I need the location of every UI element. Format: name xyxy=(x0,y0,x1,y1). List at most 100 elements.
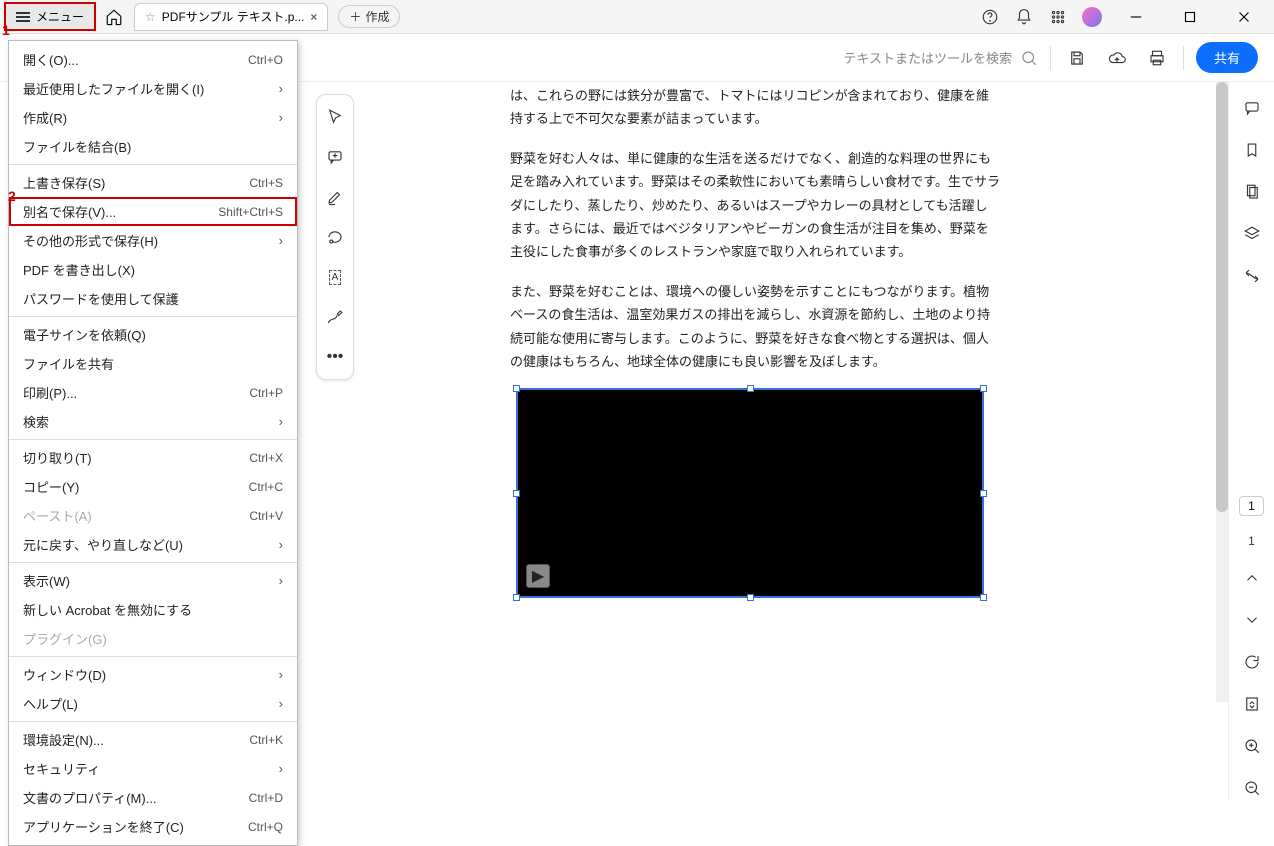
more-tools[interactable]: ••• xyxy=(323,345,347,369)
menu-item[interactable]: ウィンドウ(D)› xyxy=(9,660,297,689)
select-tool[interactable] xyxy=(323,105,347,129)
menu-item[interactable]: 切り取り(T)Ctrl+X xyxy=(9,443,297,472)
vertical-scrollbar[interactable] xyxy=(1216,82,1228,702)
menu-item[interactable]: 文書のプロパティ(M)...Ctrl+D xyxy=(9,783,297,812)
zoom-in-icon[interactable] xyxy=(1240,734,1264,758)
menu-item-label: 上書き保存(S) xyxy=(23,173,105,192)
menu-item-label: 印刷(P)... xyxy=(23,383,77,402)
submenu-arrow-icon: › xyxy=(279,667,283,682)
resize-handle[interactable] xyxy=(513,594,520,601)
resize-handle[interactable] xyxy=(747,594,754,601)
lasso-tool[interactable] xyxy=(323,225,347,249)
menu-item[interactable]: 最近使用したファイルを開く(I)› xyxy=(9,74,297,103)
window-maximize-button[interactable] xyxy=(1170,0,1210,34)
document-tab[interactable]: ☆ PDFサンプル テキスト.p... × xyxy=(134,3,328,31)
print-icon[interactable] xyxy=(1143,44,1171,72)
menu-item[interactable]: 元に戻す、やり直しなど(U)› xyxy=(9,530,297,559)
right-rail: 1 1 xyxy=(1228,82,1274,800)
menu-item[interactable]: 開く(O)...Ctrl+O xyxy=(9,45,297,74)
new-tab-button[interactable]: ＋ 作成 xyxy=(338,5,400,28)
menu-item[interactable]: ファイルを結合(B) xyxy=(9,132,297,161)
menu-separator xyxy=(9,439,297,440)
bell-icon[interactable] xyxy=(1014,7,1034,27)
tab-close-button[interactable]: × xyxy=(310,10,317,24)
menu-button[interactable]: メニュー xyxy=(4,2,96,31)
bookmark-icon[interactable] xyxy=(1240,138,1264,162)
page-down-button[interactable] xyxy=(1240,608,1264,632)
pages-icon[interactable] xyxy=(1240,180,1264,204)
menu-item[interactable]: パスワードを使用して保護 xyxy=(9,284,297,313)
comment-tool[interactable] xyxy=(323,145,347,169)
menu-button-label: メニュー xyxy=(36,8,84,25)
menu-item[interactable]: ファイルを共有 xyxy=(9,349,297,378)
titlebar: メニュー ☆ PDFサンプル テキスト.p... × ＋ 作成 xyxy=(0,0,1274,34)
resize-handle[interactable] xyxy=(980,385,987,392)
menu-item[interactable]: その他の形式で保存(H)› xyxy=(9,226,297,255)
home-icon xyxy=(105,8,123,26)
star-icon: ☆ xyxy=(145,10,156,24)
menu-item-shortcut: Ctrl+X xyxy=(249,451,283,465)
media-object-selected[interactable]: ▶ xyxy=(516,388,984,598)
menu-item[interactable]: 検索› xyxy=(9,407,297,436)
document-content: は、これらの野には鉄分が豊富で、トマトにはリコピンが含まれており、健康を維持する… xyxy=(510,84,1000,389)
menu-item-shortcut: Ctrl+V xyxy=(249,509,283,523)
share-button[interactable]: 共有 xyxy=(1196,42,1258,73)
resize-handle[interactable] xyxy=(980,594,987,601)
search-placeholder: テキストまたはツールを検索 xyxy=(843,48,1012,67)
submenu-arrow-icon: › xyxy=(279,761,283,776)
text-icon: A xyxy=(329,270,342,285)
menu-item[interactable]: PDF を書き出し(X) xyxy=(9,255,297,284)
menu-item-label: 別名で保存(V)... xyxy=(23,202,116,221)
menu-item[interactable]: ヘルプ(L)› xyxy=(9,689,297,718)
fit-page-icon[interactable] xyxy=(1240,692,1264,716)
menu-item[interactable]: 作成(R)› xyxy=(9,103,297,132)
menu-item-label: 検索 xyxy=(23,412,49,431)
cloud-upload-icon[interactable] xyxy=(1103,44,1131,72)
save-icon[interactable] xyxy=(1063,44,1091,72)
resize-handle[interactable] xyxy=(980,490,987,497)
menu-item[interactable]: 新しい Acrobat を無効にする xyxy=(9,595,297,624)
menu-item-label: ファイルを結合(B) xyxy=(23,137,131,156)
menu-item-shortcut: Ctrl+S xyxy=(249,176,283,190)
resize-handle[interactable] xyxy=(513,490,520,497)
menu-item-shortcut: Ctrl+K xyxy=(249,733,283,747)
zoom-out-icon[interactable] xyxy=(1240,776,1264,800)
menu-item-label: アプリケーションを終了(C) xyxy=(23,817,184,836)
menu-item: プラグイン(G) xyxy=(9,624,297,653)
draw-tool[interactable] xyxy=(323,305,347,329)
chat-icon[interactable] xyxy=(1240,96,1264,120)
menu-item[interactable]: 環境設定(N)...Ctrl+K xyxy=(9,725,297,754)
scrollbar-thumb[interactable] xyxy=(1216,82,1228,512)
menu-item[interactable]: コピー(Y)Ctrl+C xyxy=(9,472,297,501)
main-menu: 開く(O)...Ctrl+O最近使用したファイルを開く(I)›作成(R)› ファイ… xyxy=(8,40,298,846)
page-up-button[interactable] xyxy=(1240,566,1264,590)
paragraph: 野菜を好む人々は、単に健康的な生活を送るだけでなく、創造的な料理の世界にも足を踏… xyxy=(510,147,1000,264)
menu-separator xyxy=(9,656,297,657)
menu-item-shortcut: Ctrl+P xyxy=(249,386,283,400)
rotate-icon[interactable] xyxy=(1240,650,1264,674)
resize-handle[interactable] xyxy=(747,385,754,392)
menu-item[interactable]: 印刷(P)... Ctrl+P xyxy=(9,378,297,407)
menu-item[interactable]: 上書き保存(S) Ctrl+S xyxy=(9,168,297,197)
text-tool[interactable]: A xyxy=(323,265,347,289)
submenu-arrow-icon: › xyxy=(279,537,283,552)
menu-item[interactable]: 表示(W)› xyxy=(9,566,297,595)
menu-item[interactable]: セキュリティ› xyxy=(9,754,297,783)
page-current-badge[interactable]: 1 xyxy=(1239,496,1264,516)
resize-handle[interactable] xyxy=(513,385,520,392)
apps-icon[interactable] xyxy=(1048,7,1068,27)
menu-item[interactable]: アプリケーションを終了(C)Ctrl+Q xyxy=(9,812,297,841)
play-button[interactable]: ▶ xyxy=(526,564,550,588)
highlight-tool[interactable] xyxy=(323,185,347,209)
window-close-button[interactable] xyxy=(1224,0,1264,34)
transform-icon[interactable] xyxy=(1240,264,1264,288)
menu-item[interactable]: 電子サインを依頼(Q) xyxy=(9,320,297,349)
home-button[interactable] xyxy=(100,3,128,31)
layers-icon[interactable] xyxy=(1240,222,1264,246)
window-minimize-button[interactable] xyxy=(1116,0,1156,34)
user-avatar[interactable] xyxy=(1082,7,1102,27)
menu-item[interactable]: 別名で保存(V)...Shift+Ctrl+S xyxy=(9,197,297,226)
search-box[interactable]: テキストまたはツールを検索 xyxy=(843,48,1038,67)
help-icon[interactable] xyxy=(980,7,1000,27)
menu-item-label: ペースト(A) xyxy=(23,506,92,525)
